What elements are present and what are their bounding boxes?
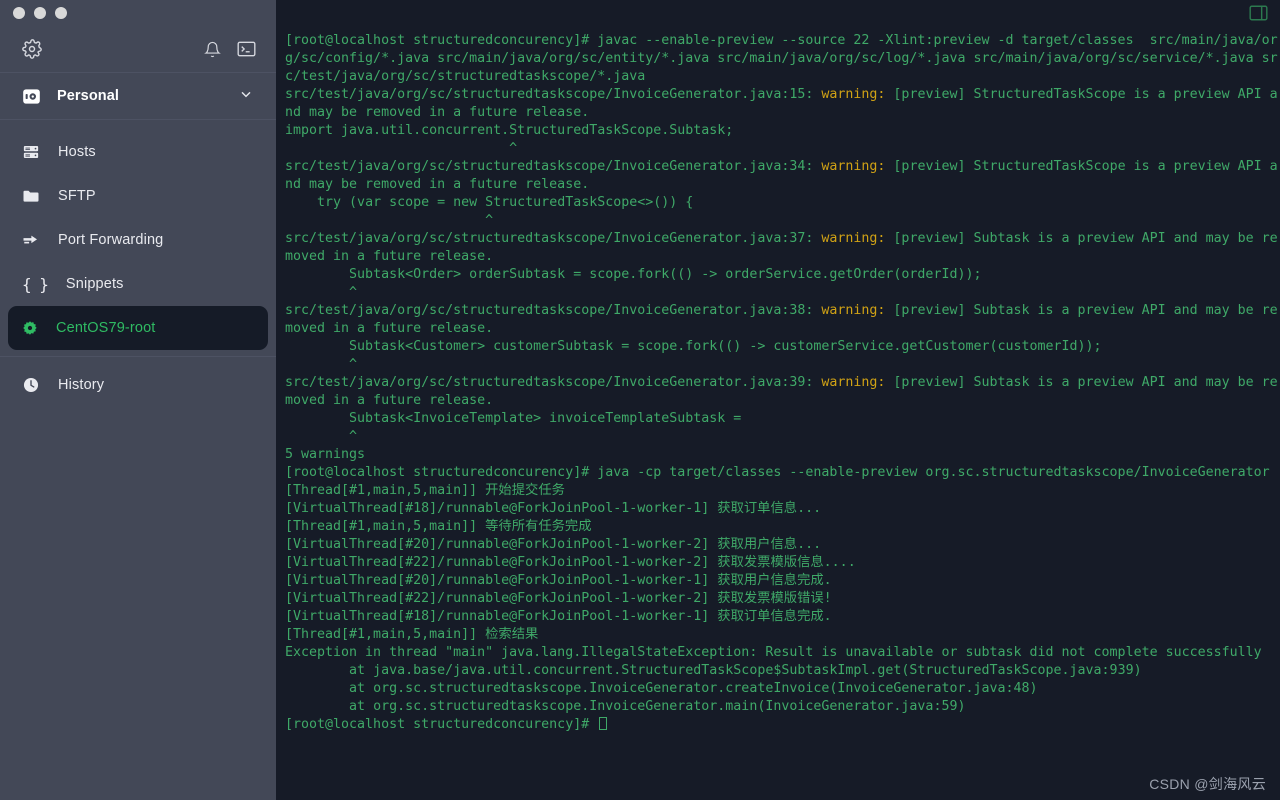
- terminal-output[interactable]: [root@localhost structuredconcurency]# j…: [276, 26, 1280, 800]
- terminal-topbar: [276, 0, 1280, 26]
- terminal-icon[interactable]: [237, 41, 256, 57]
- warning-token: warning:: [821, 231, 886, 246]
- gear-green-icon: [22, 320, 38, 336]
- sidebar-nav-list: Hosts SFTP Port Forwarding {} Snippets …: [0, 120, 276, 407]
- terminal-line: try (var scope = new StructuredTaskScope…: [285, 195, 694, 210]
- terminal-line: [VirtualThread[#20]/runnable@ForkJoinPoo…: [285, 573, 832, 588]
- braces-icon: { }: [22, 274, 49, 294]
- cjk-text: 获取订单信息完成: [717, 609, 824, 624]
- sidebar: Personal Hosts SFTP Port Forwarding {} …: [0, 0, 276, 800]
- cjk-text: 获取用户信息: [717, 537, 798, 552]
- app-window: Personal Hosts SFTP Port Forwarding {} …: [0, 0, 1280, 800]
- terminal-line: [root@localhost structuredconcurency]# j…: [285, 33, 1278, 84]
- terminal-cursor: [599, 717, 608, 730]
- server-icon: [22, 143, 40, 161]
- bell-icon[interactable]: [204, 41, 221, 58]
- terminal-line: [root@localhost structuredconcurency]# j…: [285, 465, 1270, 480]
- sidebar-item-label: Hosts: [58, 144, 96, 160]
- port-forwarding-icon: [22, 231, 40, 249]
- terminal-line: ^: [285, 285, 358, 300]
- terminal-line: [Thread[#1,main,5,main]] 检索结果: [285, 627, 539, 642]
- terminal-line: src/test/java/org/sc/structuredtaskscope…: [285, 375, 1278, 408]
- terminal-line: [VirtualThread[#18]/runnable@ForkJoinPoo…: [285, 501, 822, 516]
- cjk-text: 开始提交任务: [485, 483, 565, 498]
- sidebar-item-label: CentOS79-root: [56, 320, 156, 336]
- terminal-line: ^: [285, 141, 518, 156]
- sidebar-item-centos79-root[interactable]: CentOS79-root: [8, 306, 268, 350]
- maximize-window-button[interactable]: [55, 7, 67, 19]
- cjk-text: 获取发票模版信息: [717, 555, 824, 570]
- close-window-button[interactable]: [13, 7, 25, 19]
- terminal-line: [VirtualThread[#22]/runnable@ForkJoinPoo…: [285, 555, 856, 570]
- cjk-text: 获取订单信息: [717, 501, 798, 516]
- cjk-text: 获取用户信息完成: [717, 573, 824, 588]
- minimize-window-button[interactable]: [34, 7, 46, 19]
- terminal-line: [VirtualThread[#22]/runnable@ForkJoinPoo…: [285, 591, 832, 606]
- terminal-pane[interactable]: [root@localhost structuredconcurency]# j…: [276, 0, 1280, 800]
- sidebar-item-port-forwarding[interactable]: Port Forwarding: [8, 218, 268, 262]
- warning-token: warning:: [821, 159, 886, 174]
- terminal-line: import java.util.concurrent.StructuredTa…: [285, 123, 734, 138]
- terminal-line: src/test/java/org/sc/structuredtaskscope…: [285, 87, 1278, 120]
- terminal-line: ^: [285, 357, 358, 372]
- terminal-line: [VirtualThread[#18]/runnable@ForkJoinPoo…: [285, 609, 832, 624]
- terminal-line: ^: [285, 429, 358, 444]
- terminal-line: at org.sc.structuredtaskscope.InvoiceGen…: [285, 699, 966, 714]
- window-traffic-lights: [0, 0, 276, 26]
- terminal-line: Exception in thread "main" java.lang.Ill…: [285, 645, 1262, 660]
- chevron-down-icon[interactable]: [238, 86, 254, 106]
- cjk-text: 检索结果: [485, 627, 539, 642]
- sidebar-item-hosts[interactable]: Hosts: [8, 130, 268, 174]
- terminal-line: [VirtualThread[#20]/runnable@ForkJoinPoo…: [285, 537, 822, 552]
- terminal-line: Subtask<Order> orderSubtask = scope.fork…: [285, 267, 982, 282]
- sidebar-item-label: Port Forwarding: [58, 232, 164, 248]
- cjk-text: 等待所有任务完成: [485, 519, 592, 534]
- sidebar-item-label: Snippets: [65, 276, 124, 292]
- terminal-line: [root@localhost structuredconcurency]#: [285, 716, 1280, 734]
- watermark: CSDN @剑海风云: [1149, 776, 1266, 792]
- sidebar-toolbar: [0, 26, 276, 72]
- gear-icon[interactable]: [22, 39, 42, 59]
- sidebar-divider-history: [0, 356, 276, 357]
- vault-icon: [22, 87, 41, 106]
- folder-icon: [22, 187, 40, 205]
- terminal-line: Subtask<InvoiceTemplate> invoiceTemplate…: [285, 411, 742, 426]
- sidebar-group-personal[interactable]: Personal: [0, 73, 276, 119]
- split-pane-icon[interactable]: [1249, 5, 1268, 21]
- sidebar-item-label: History: [58, 377, 105, 393]
- terminal-line: at org.sc.structuredtaskscope.InvoiceGen…: [285, 681, 1038, 696]
- sidebar-item-sftp[interactable]: SFTP: [8, 174, 268, 218]
- terminal-line: 5 warnings: [285, 447, 366, 462]
- sidebar-group-label: Personal: [57, 88, 120, 104]
- warning-token: warning:: [821, 375, 886, 390]
- clock-icon: [22, 376, 40, 394]
- terminal-line: at java.base/java.util.concurrent.Struct…: [285, 663, 1142, 678]
- warning-token: warning:: [821, 87, 886, 102]
- sidebar-item-snippets[interactable]: { } Snippets: [8, 262, 268, 306]
- terminal-line: src/test/java/org/sc/structuredtaskscope…: [285, 303, 1278, 336]
- terminal-line: src/test/java/org/sc/structuredtaskscope…: [285, 159, 1278, 192]
- terminal-line: src/test/java/org/sc/structuredtaskscope…: [285, 231, 1278, 264]
- sidebar-item-history[interactable]: History: [8, 363, 268, 407]
- cjk-text: 获取发票模版错误: [717, 591, 824, 606]
- terminal-line: ^: [285, 213, 494, 228]
- sidebar-item-label: SFTP: [58, 188, 96, 204]
- warning-token: warning:: [821, 303, 886, 318]
- terminal-line: [Thread[#1,main,5,main]] 开始提交任务: [285, 483, 565, 498]
- terminal-line: [Thread[#1,main,5,main]] 等待所有任务完成: [285, 519, 592, 534]
- terminal-line: Subtask<Customer> customerSubtask = scop…: [285, 339, 1102, 354]
